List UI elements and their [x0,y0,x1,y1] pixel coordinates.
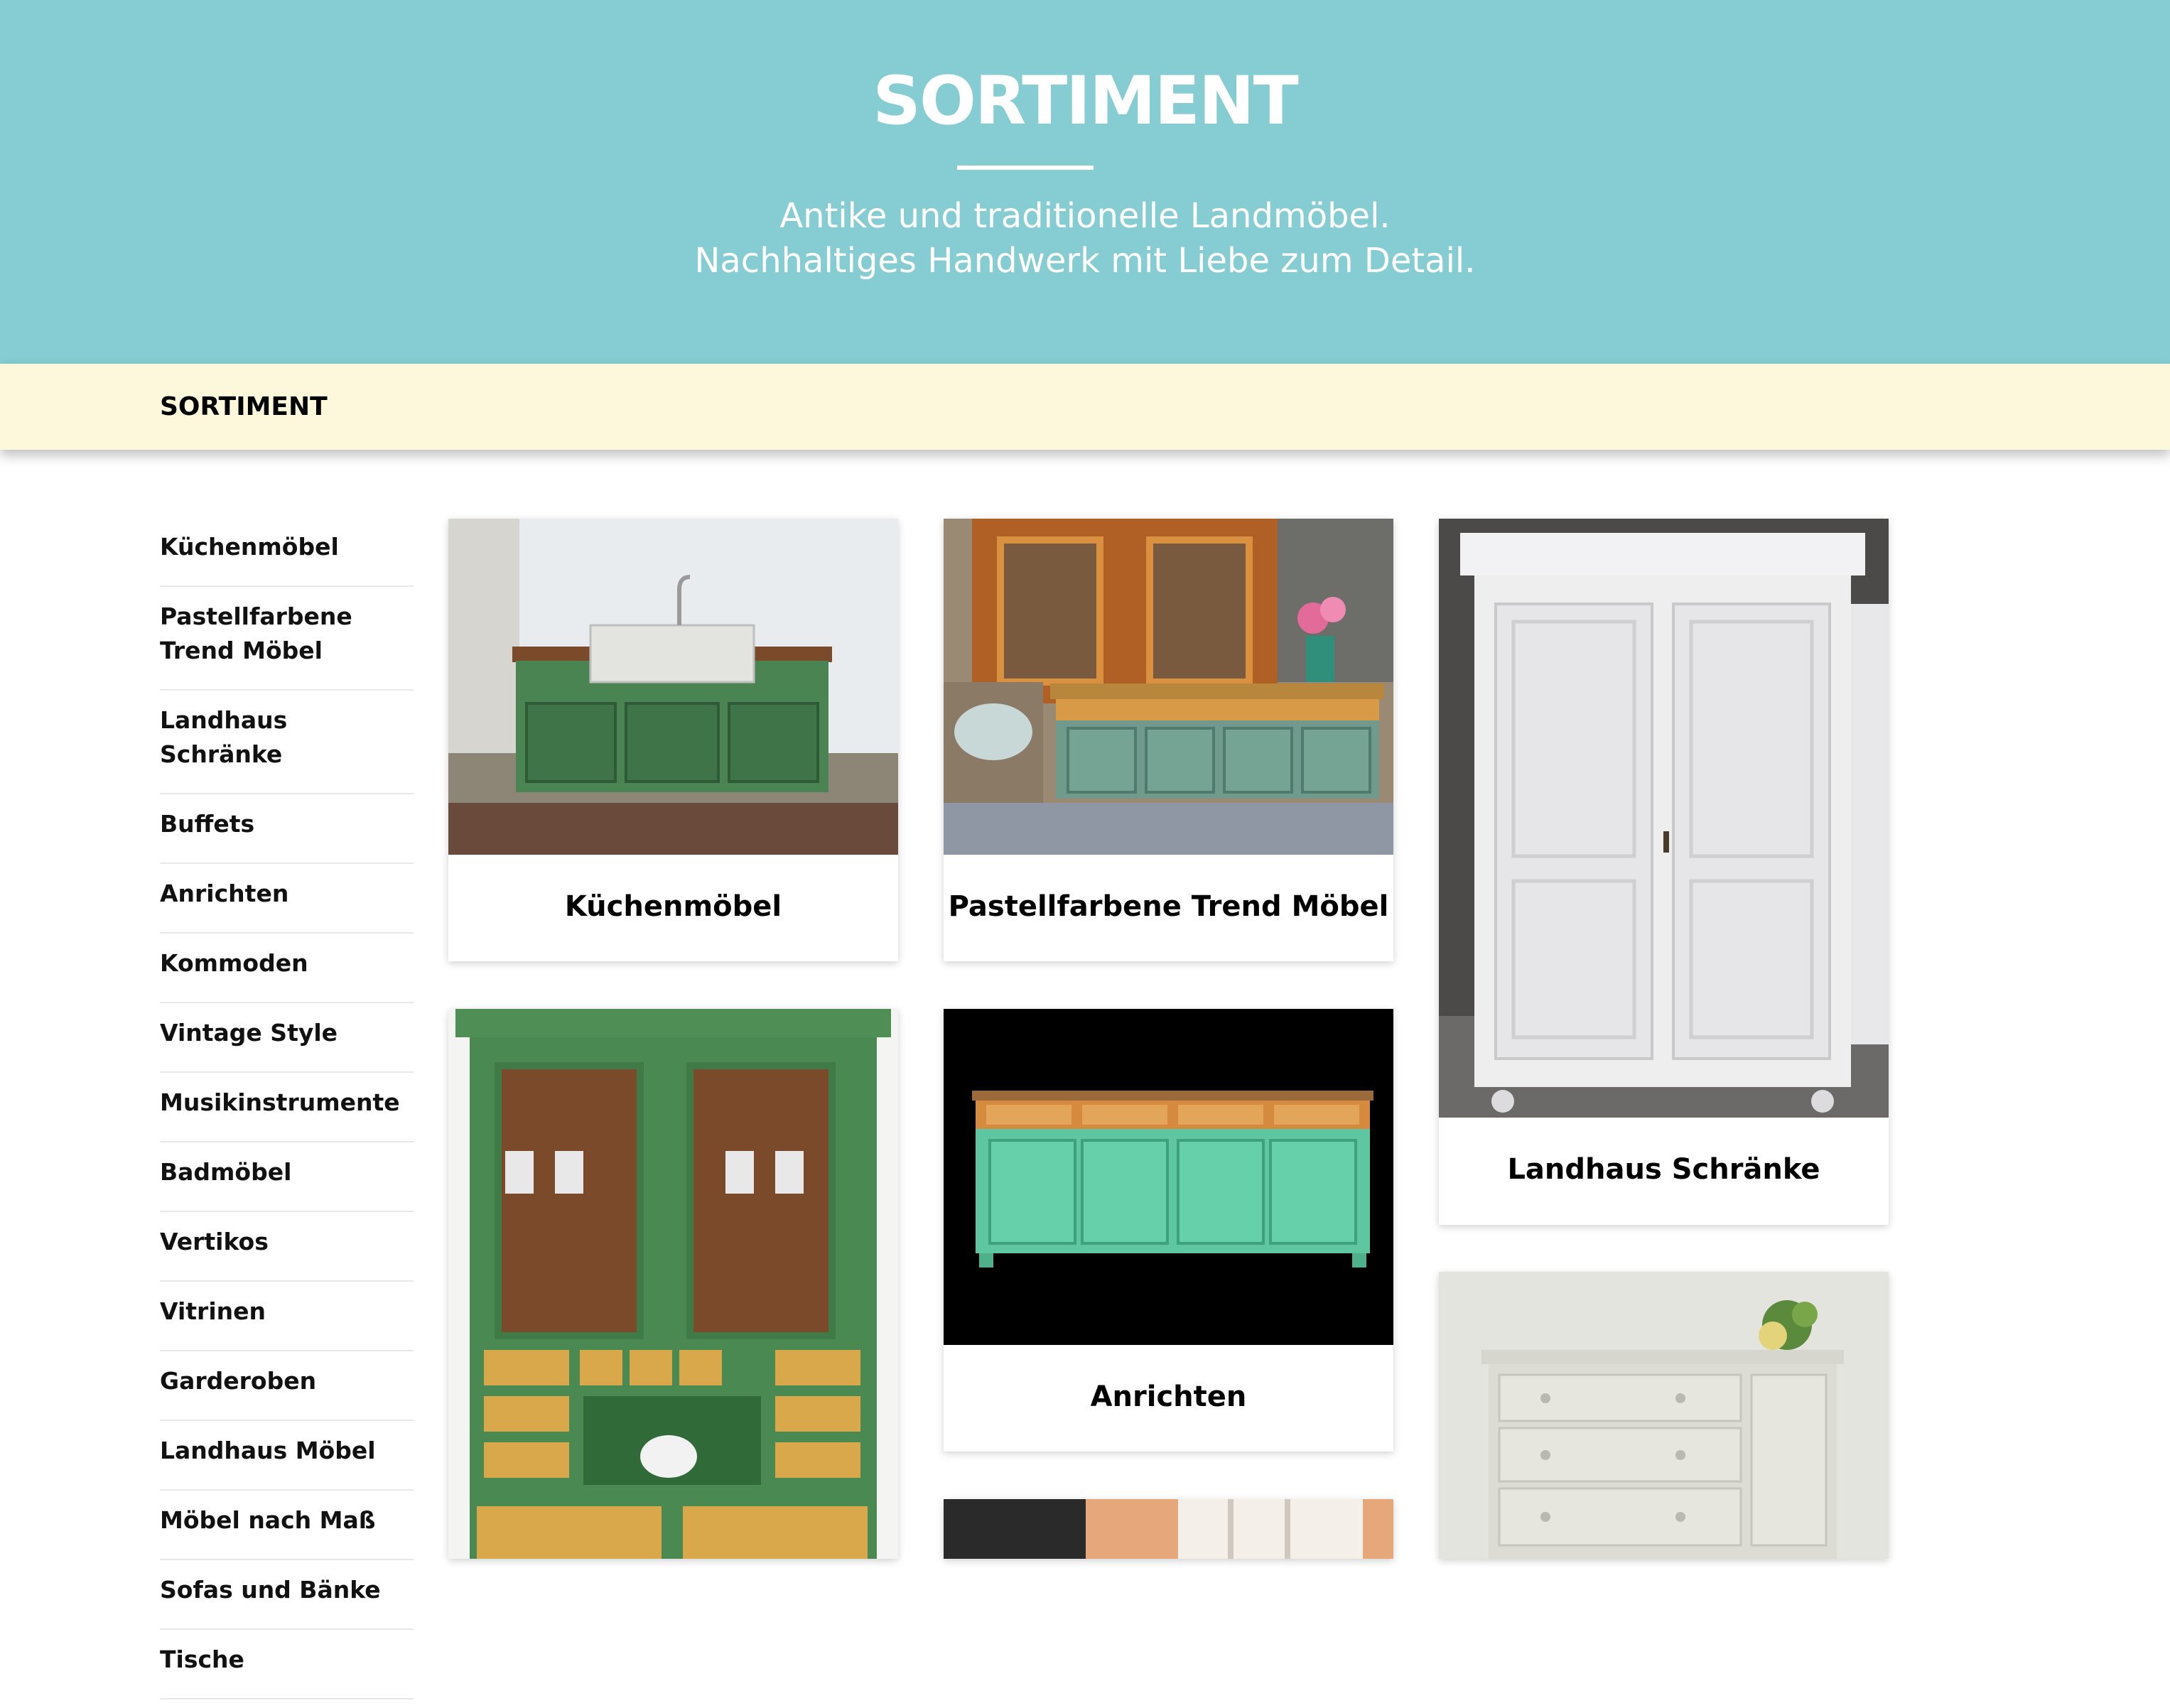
card-image-white-dresser[interactable] [1439,1272,1889,1559]
page-title: SORTIMENT [873,63,1298,140]
card-caption[interactable]: Küchenmöbel [448,890,898,923]
sidebar-item-vertikos[interactable]: Vertikos [160,1221,414,1282]
card-image-kitchen-sink-cabinet[interactable] [448,519,898,855]
hero-subtitle-line2: Nachhaltiges Handwerk mit Liebe zum Deta… [694,241,1476,281]
sidebar-item-pastellfarbene-trend-moebel[interactable]: Pastellfarbene Trend Möbel [160,595,414,691]
category-card-partial[interactable] [944,1499,1393,1559]
sidebar-item-landhaus-moebel[interactable]: Landhaus Möbel [160,1429,414,1491]
breadcrumb-bar: SORTIMENT [0,364,2170,450]
sidebar-item-buffets[interactable]: Buffets [160,803,414,864]
sidebar-item-kuechenmoebel[interactable]: Küchenmöbel [160,526,414,587]
hero-subtitle-line1: Antike und traditionelle Landmöbel. [779,196,1391,236]
card-image-green-glass-cabinet[interactable] [448,1009,898,1559]
card-image-white-wardrobe[interactable] [1439,519,1889,1118]
breadcrumb[interactable]: SORTIMENT [160,392,328,421]
sidebar-item-landhaus-schraenke[interactable]: Landhaus Schränke [160,699,414,794]
hero-banner: SORTIMENT Antike und traditionelle Landm… [0,0,2170,364]
sidebar-item-moebel-nach-mass[interactable]: Möbel nach Maß [160,1499,414,1560]
card-caption[interactable]: Pastellfarbene Trend Möbel [944,890,1393,923]
category-card-green-cabinet[interactable] [448,1009,898,1559]
sidebar-item-vitrinen[interactable]: Vitrinen [160,1290,414,1351]
sidebar-item-sofas-und-baenke[interactable]: Sofas und Bänke [160,1569,414,1630]
category-sidebar: Küchenmöbel Pastellfarbene Trend Möbel L… [160,526,414,1708]
category-card-kuechenmoebel[interactable]: Küchenmöbel [448,519,898,961]
category-card-anrichten[interactable]: Anrichten [944,1009,1393,1452]
sidebar-item-vintage-style[interactable]: Vintage Style [160,1012,414,1073]
sidebar-item-garderoben[interactable]: Garderoben [160,1360,414,1421]
sidebar-item-tische[interactable]: Tische [160,1638,414,1699]
sidebar-item-badmoebel[interactable]: Badmöbel [160,1151,414,1212]
card-image-mint-sideboard[interactable] [944,1009,1393,1345]
card-caption[interactable]: Landhaus Schränke [1439,1153,1889,1186]
category-card-pastellfarbene-trend-moebel[interactable]: Pastellfarbene Trend Möbel [944,519,1393,961]
sidebar-item-anrichten[interactable]: Anrichten [160,872,414,934]
category-card-kommode[interactable] [1439,1272,1889,1559]
card-image-partial[interactable] [944,1499,1393,1559]
card-caption[interactable]: Anrichten [944,1380,1393,1413]
card-image-pastel-sideboard[interactable] [944,519,1393,855]
title-divider [957,166,1094,170]
category-card-landhaus-schraenke[interactable]: Landhaus Schränke [1439,519,1889,1225]
sidebar-item-kommoden[interactable]: Kommoden [160,942,414,1003]
sidebar-item-musikinstrumente[interactable]: Musikinstrumente [160,1081,414,1142]
